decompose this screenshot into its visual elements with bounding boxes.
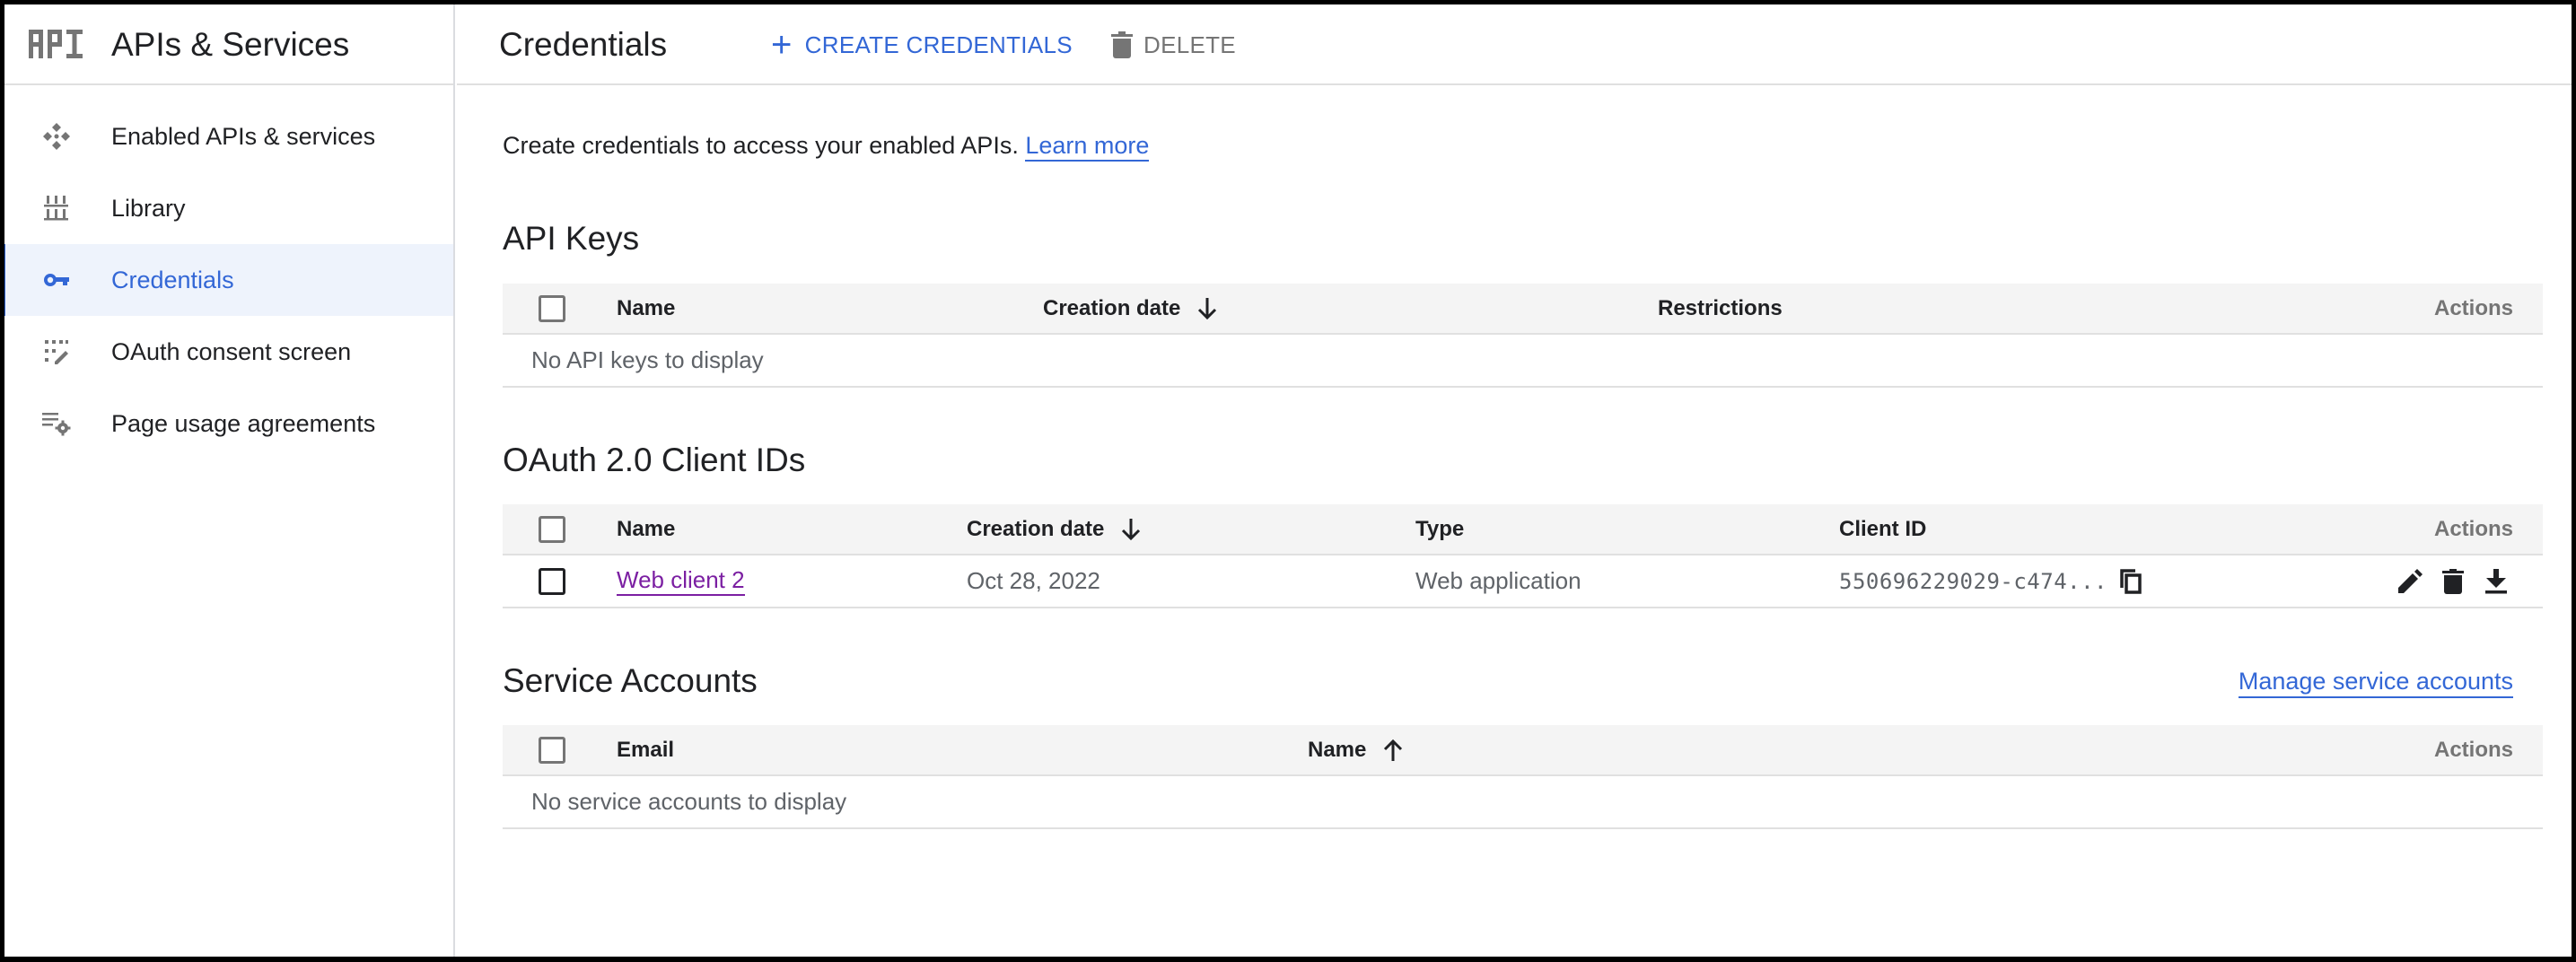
api-keys-table: Name Creation date Restrictions Actions …: [503, 284, 2543, 388]
column-header-client-id: Client ID: [1839, 516, 1927, 541]
intro-text: Create credentials to access your enable…: [503, 132, 1150, 162]
sidebar-item-credentials[interactable]: Credentials: [4, 244, 453, 316]
page-header: Credentials + CREATE CREDENTIALS DELETE: [457, 4, 2572, 85]
type-cell: Web application: [1415, 567, 1582, 594]
plus-icon: +: [771, 25, 793, 65]
column-header-label: Name: [1308, 737, 1367, 762]
service-accounts-table: Email Name Actions No service accounts t…: [503, 725, 2543, 829]
row-checkbox[interactable]: [539, 567, 565, 595]
creation-date-cell: Oct 28, 2022: [967, 567, 1100, 594]
api-keys-title: API Keys: [503, 220, 640, 257]
download-icon[interactable]: [2484, 568, 2509, 594]
main-content: Credentials + CREATE CREDENTIALS DELETE …: [457, 4, 2572, 957]
empty-message: No API keys to display: [531, 346, 764, 373]
column-header-label: Creation date: [967, 516, 1105, 541]
client-name-cell: Web client 2: [617, 555, 745, 607]
create-credentials-label: CREATE CREDENTIALS: [804, 31, 1073, 58]
sidebar-item-enabled-apis[interactable]: Enabled APIs & services: [4, 101, 453, 172]
key-icon: [40, 264, 73, 296]
sidebar-item-label: Page usage agreements: [111, 409, 376, 437]
oauth-clients-title: OAuth 2.0 Client IDs: [503, 442, 806, 478]
oauth-consent-icon: [40, 336, 73, 368]
table-header: Name Creation date Restrictions Actions: [503, 284, 2543, 335]
column-header-actions: Actions: [2433, 516, 2513, 541]
column-header-actions: Actions: [2433, 737, 2513, 762]
intro-description: Create credentials to access your enable…: [503, 132, 1019, 159]
delete-icon[interactable]: [2440, 568, 2466, 594]
copy-icon[interactable]: [2118, 568, 2143, 594]
column-header-label: Creation date: [1043, 295, 1181, 320]
manage-service-accounts-link[interactable]: Manage service accounts: [2238, 668, 2513, 698]
learn-more-link[interactable]: Learn more: [1025, 132, 1150, 162]
empty-row: No service accounts to display: [503, 776, 2543, 829]
page-title: Credentials: [499, 26, 668, 63]
column-header-restrictions: Restrictions: [1658, 295, 1783, 320]
sidebar-item-library[interactable]: Library: [4, 172, 453, 244]
column-header-email[interactable]: Email: [617, 725, 674, 774]
sidebar-item-oauth-consent[interactable]: OAuth consent screen: [4, 316, 453, 388]
column-header-name[interactable]: Name: [617, 284, 675, 333]
table-header: Email Name Actions: [503, 725, 2543, 776]
table-header: Name Creation date Type Client ID Action…: [503, 504, 2543, 555]
table-row: Web client 2 Oct 28, 2022 Web applicatio…: [503, 555, 2543, 608]
arrow-down-icon: [1120, 517, 1142, 542]
client-id-cell: 550696229029-c474...: [1839, 555, 2143, 607]
sidebar-item-label: Library: [111, 194, 186, 222]
arrow-down-icon: [1196, 296, 1218, 321]
row-actions: [2397, 555, 2509, 607]
select-all-checkbox[interactable]: [539, 294, 565, 322]
create-credentials-button[interactable]: + CREATE CREDENTIALS: [771, 26, 1073, 64]
edit-icon[interactable]: [2397, 568, 2423, 594]
arrow-up-icon: [1382, 738, 1404, 763]
service-accounts-title: Service Accounts: [503, 662, 758, 699]
empty-message: No service accounts to display: [531, 788, 847, 815]
sidebar-item-label: Enabled APIs & services: [111, 122, 376, 150]
settings-list-icon: [40, 407, 73, 440]
library-icon: [40, 192, 73, 224]
column-header-name[interactable]: Name: [617, 504, 675, 554]
select-all-checkbox[interactable]: [539, 515, 565, 543]
sidebar-nav: Enabled APIs & services Library Credenti…: [4, 101, 453, 459]
sidebar-item-label: OAuth consent screen: [111, 337, 352, 365]
select-all-checkbox[interactable]: [539, 736, 565, 764]
sidebar: APIs & Services Enabled APIs & services: [4, 4, 455, 957]
column-header-creation-date[interactable]: Creation date: [1043, 284, 1218, 333]
delete-label: DELETE: [1143, 31, 1236, 58]
sidebar-header: APIs & Services: [4, 4, 453, 85]
column-header-name[interactable]: Name: [1308, 725, 1404, 774]
api-logo-icon: [29, 30, 83, 58]
column-header-creation-date[interactable]: Creation date: [967, 504, 1142, 554]
sidebar-item-page-usage[interactable]: Page usage agreements: [4, 388, 453, 459]
enabled-apis-icon: [40, 120, 73, 153]
empty-row: No API keys to display: [503, 335, 2543, 388]
column-header-type[interactable]: Type: [1415, 504, 1464, 554]
trash-icon: [1111, 31, 1133, 58]
app-window: APIs & Services Enabled APIs & services: [4, 4, 2572, 957]
delete-button[interactable]: DELETE: [1111, 26, 1236, 64]
client-id-value: 550696229029-c474...: [1839, 568, 2107, 594]
client-name-link[interactable]: Web client 2: [617, 566, 745, 596]
oauth-clients-table: Name Creation date Type Client ID Action…: [503, 504, 2543, 608]
app-title: APIs & Services: [111, 26, 350, 63]
column-header-actions: Actions: [2433, 295, 2513, 320]
sidebar-item-label: Credentials: [111, 266, 234, 293]
